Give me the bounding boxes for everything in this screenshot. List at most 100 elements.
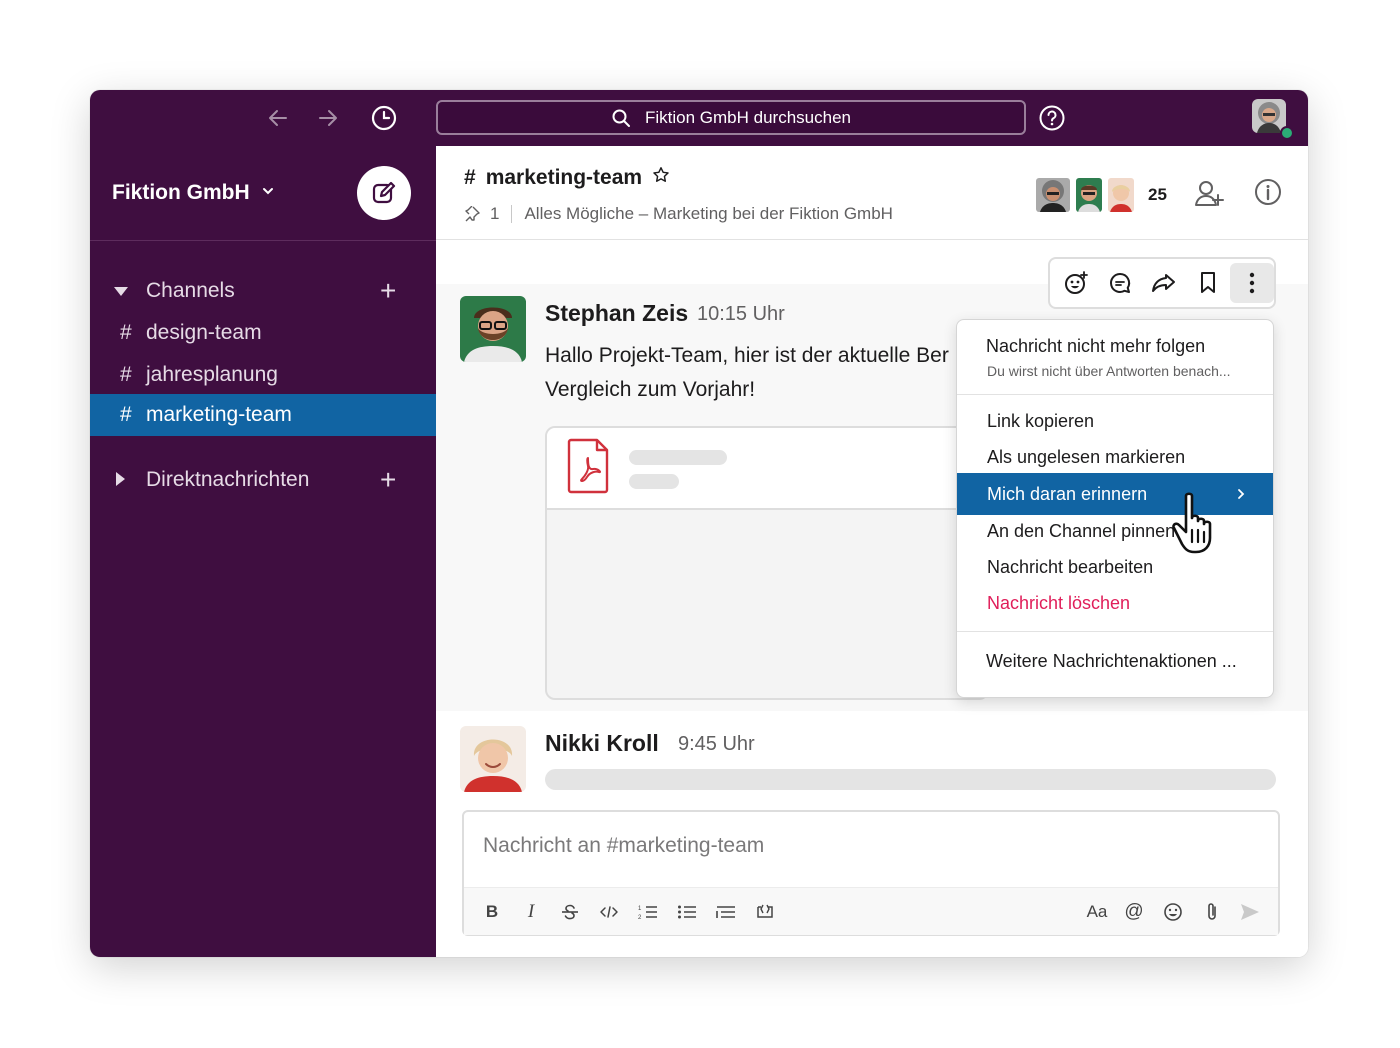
message-author[interactable]: Stephan Zeis (545, 300, 688, 327)
add-channel-plus-icon[interactable]: + (380, 275, 396, 307)
menu-divider (957, 631, 1273, 632)
search-icon (612, 109, 630, 127)
bookmark-icon[interactable] (1186, 263, 1230, 303)
hash-icon: # (120, 363, 132, 386)
chevron-right-icon (1236, 485, 1246, 506)
bold-icon[interactable]: B (480, 900, 504, 924)
italic-icon[interactable]: I (519, 900, 543, 924)
sidebar-channel-jahresplanung[interactable]: # jahresplanung (90, 354, 436, 396)
message-timestamp[interactable]: 10:15 Uhr (697, 303, 785, 326)
file-attachment[interactable] (545, 426, 989, 700)
channel-title-text: marketing-team (485, 166, 643, 189)
menu-item-copy-link[interactable]: Link kopieren (957, 405, 1273, 439)
help-icon[interactable] (1038, 104, 1066, 132)
member-avatars[interactable]: 25 (1034, 176, 1167, 214)
strikethrough-icon[interactable] (558, 900, 582, 924)
share-forward-icon[interactable] (1142, 263, 1186, 303)
svg-text:1: 1 (638, 906, 642, 912)
app-window: Fiktion GmbH durchsuchen Fiktion GmbH Ch… (90, 90, 1308, 957)
channel-subheader: 1 Alles Mögliche – Marketing bei der Fik… (464, 204, 893, 224)
add-dm-plus-icon[interactable]: + (380, 464, 396, 496)
sidebar: Fiktion GmbH Channels + # design-team # … (90, 146, 436, 957)
menu-item-label: Weitere Nachrichtenaktionen ... (986, 651, 1237, 671)
sidebar-channel-design-team[interactable]: # design-team (90, 312, 436, 354)
search-placeholder: Fiktion GmbH durchsuchen (645, 107, 851, 127)
ordered-list-icon[interactable]: 12 (636, 900, 660, 924)
forward-arrow-icon[interactable] (314, 104, 342, 132)
avatar-stephan[interactable] (460, 296, 526, 362)
menu-item-description: Du wirst nicht über Antworten benach... (987, 363, 1231, 379)
file-name-placeholder (629, 450, 727, 465)
search-bar[interactable]: Fiktion GmbH durchsuchen (436, 100, 1026, 135)
code-block-icon[interactable] (753, 900, 777, 924)
menu-item-label: Nachricht bearbeiten (987, 557, 1154, 577)
menu-item-label: An den Channel pinnen (987, 521, 1176, 541)
star-icon[interactable] (652, 166, 670, 190)
add-reaction-icon[interactable] (1054, 263, 1098, 303)
menu-item-label: Nachricht löschen (987, 593, 1131, 613)
file-meta-placeholder (629, 474, 679, 489)
hash-icon: # (464, 166, 476, 189)
compose-button[interactable] (357, 166, 411, 220)
composer-toolbar: B I 12 Aa @ (464, 887, 1278, 935)
bullet-list-icon[interactable] (675, 900, 699, 924)
menu-item-label: Mich daran erinnern (987, 484, 1148, 504)
menu-item-unfollow[interactable]: Nachricht nicht mehr folgen Du wirst nic… (957, 320, 1273, 392)
member-avatar (1106, 176, 1136, 214)
message-actions-bar (1048, 257, 1276, 309)
message-author[interactable]: Nikki Kroll (545, 730, 659, 757)
channel-title[interactable]: # marketing-team (464, 166, 670, 190)
online-status-dot (1280, 126, 1294, 140)
attachment-icon[interactable] (1200, 900, 1224, 924)
channel-name: marketing-team (146, 403, 292, 426)
divider (511, 205, 513, 223)
channel-topic[interactable]: Alles Mögliche – Marketing bei der Fikti… (524, 204, 892, 224)
history-clock-icon[interactable] (370, 104, 398, 132)
info-icon[interactable] (1254, 178, 1282, 211)
dm-section-label: Direktnachrichten (146, 468, 310, 491)
back-arrow-icon[interactable] (264, 104, 292, 132)
workspace-name[interactable]: Fiktion GmbH (112, 181, 250, 205)
menu-item-delete[interactable]: Nachricht löschen (957, 587, 1273, 621)
blockquote-icon[interactable] (714, 900, 738, 924)
file-attachment-header (547, 428, 987, 510)
workspace-header: Fiktion GmbH (90, 146, 436, 241)
menu-item-label: Link kopieren (987, 411, 1095, 431)
menu-item-mark-unread[interactable]: Als ungelesen markieren (957, 441, 1273, 475)
hash-icon: # (120, 321, 132, 344)
svg-text:2: 2 (638, 915, 642, 921)
caret-right-icon (116, 468, 126, 492)
sidebar-channel-marketing-team[interactable]: # marketing-team (90, 394, 436, 436)
dm-section-header[interactable]: Direktnachrichten + (90, 460, 436, 500)
avatar-nikki[interactable] (460, 726, 526, 792)
channel-header: # marketing-team 1 Alles Mögliche – Mark… (436, 146, 1308, 240)
message-text-placeholder (545, 769, 1276, 790)
pdf-file-icon (567, 438, 611, 494)
code-icon[interactable] (597, 900, 621, 924)
menu-item-label: Als ungelesen markieren (987, 447, 1186, 467)
menu-item-label: Nachricht nicht mehr folgen (986, 336, 1206, 356)
send-icon[interactable] (1238, 900, 1262, 924)
menu-item-more-actions[interactable]: Weitere Nachrichtenaktionen ... (957, 645, 1273, 679)
message-text-line: Vergleich zum Vorjahr! (545, 378, 756, 401)
chevron-down-icon[interactable] (262, 184, 274, 200)
mention-icon[interactable]: @ (1122, 900, 1146, 924)
message-composer[interactable]: Nachricht an #marketing-team B I 12 Aa @ (462, 810, 1280, 936)
composer-input[interactable]: Nachricht an #marketing-team (483, 834, 764, 858)
channels-section-label: Channels (146, 279, 235, 302)
emoji-icon[interactable] (1161, 900, 1185, 924)
formatting-toggle[interactable]: Aa (1083, 900, 1111, 924)
reply-thread-icon[interactable] (1098, 263, 1142, 303)
message-text: Hallo Projekt-Team, hier ist der aktuell… (545, 339, 965, 407)
add-member-icon[interactable] (1194, 178, 1224, 213)
caret-down-icon (114, 279, 128, 303)
member-avatar (1034, 176, 1072, 214)
menu-item-edit[interactable]: Nachricht bearbeiten (957, 551, 1273, 585)
message-timestamp[interactable]: 9:45 Uhr (678, 733, 755, 756)
pin-icon[interactable] (464, 206, 480, 222)
channel-name: jahresplanung (146, 363, 278, 386)
channels-section-header[interactable]: Channels + (90, 271, 436, 311)
more-actions-icon[interactable] (1230, 263, 1274, 303)
pinned-count[interactable]: 1 (490, 204, 499, 224)
menu-divider (957, 394, 1273, 395)
